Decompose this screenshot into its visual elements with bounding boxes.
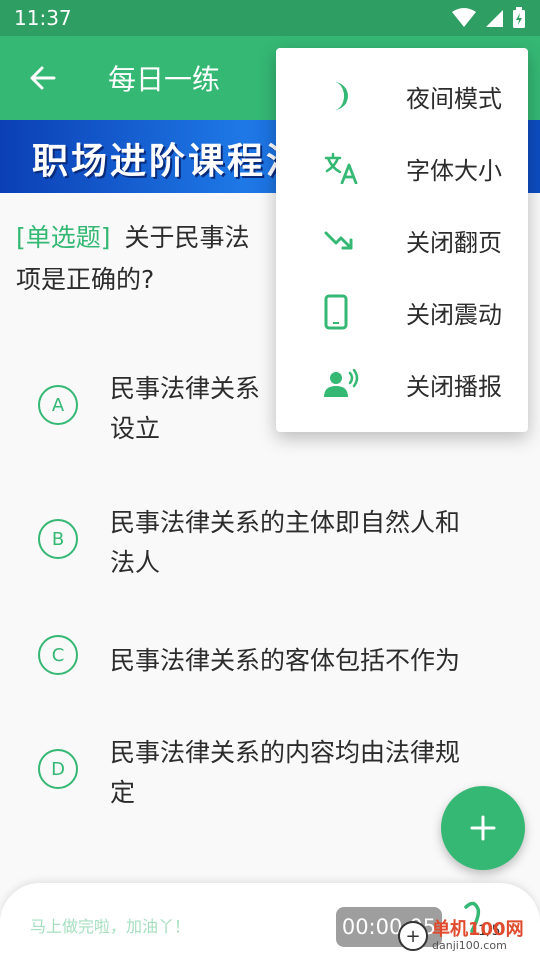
watermark: + 单机100网 danji100.com (398, 916, 524, 956)
add-fab-button[interactable] (441, 786, 525, 870)
option-text: 民事法律关系的客体包括不作为 (110, 641, 500, 681)
option-line1: 民事法律关系的客体包括不作为 (110, 646, 461, 675)
menu-label: 关闭翻页 (406, 228, 502, 257)
watermark-plus-icon: + (398, 921, 428, 951)
menu-item-font-size[interactable]: 字体大小 (276, 132, 528, 204)
option-badge: D (38, 749, 78, 789)
menu-item-vibration[interactable]: 关闭震动 (276, 276, 528, 348)
wifi-icon (452, 8, 476, 27)
option-line1: 民事法律关系的主体即自然人和 (110, 508, 461, 537)
phone-icon (324, 294, 348, 330)
option-line1: 民事法律关系的内容均由法律规 (110, 738, 461, 767)
watermark-cn: 单机100网 (432, 919, 524, 941)
option-badge: B (38, 519, 78, 559)
option-line2: 设立 (110, 414, 161, 443)
option-line1: 民事法律关系 (110, 374, 261, 403)
question-type-tag: [单选题] (16, 223, 111, 252)
translate-icon (324, 152, 358, 184)
menu-label: 字体大小 (406, 156, 502, 185)
encourage-text: 马上做完啦，加油丫！ (30, 917, 191, 936)
banner-text: 职场进阶课程汇 (32, 141, 306, 182)
moon-icon (334, 82, 348, 110)
back-button[interactable] (0, 36, 84, 120)
battery-icon (513, 7, 525, 28)
option-line2: 定 (110, 778, 136, 807)
voice-icon (324, 369, 359, 397)
question-line2: 项是正确的? (16, 265, 155, 294)
option-badge: A (38, 385, 78, 425)
option-text: 民事法律关系的主体即自然人和 法人 (110, 503, 500, 583)
status-time: 11:37 (14, 6, 72, 30)
signal-icon (486, 10, 503, 27)
watermark-url: danji100.com (432, 938, 507, 952)
menu-item-page-turn[interactable]: 关闭翻页 (276, 204, 528, 276)
overflow-menu: 夜间模式 字体大小 关闭翻页 关闭震动 关闭播报 (276, 48, 528, 432)
question-line1: 关于民事法 (124, 223, 250, 252)
menu-item-broadcast[interactable]: 关闭播报 (276, 348, 528, 420)
page-title: 每日一练 (108, 63, 221, 96)
plus-icon (470, 815, 496, 841)
menu-label: 关闭播报 (406, 372, 502, 401)
status-bar: 11:37 (0, 0, 540, 36)
arrow-left-icon (30, 66, 56, 90)
arrow-down-right-icon (324, 231, 353, 250)
menu-item-night-mode[interactable]: 夜间模式 (276, 60, 528, 132)
menu-label: 夜间模式 (406, 84, 502, 113)
option-text: 民事法律关系的内容均由法律规 定 (110, 733, 500, 813)
option-badge: C (38, 635, 78, 675)
watermark-text: 单机100网 danji100.com (432, 920, 524, 952)
menu-label: 关闭震动 (406, 300, 502, 329)
option-line2: 法人 (110, 548, 161, 577)
status-icons (452, 7, 526, 29)
